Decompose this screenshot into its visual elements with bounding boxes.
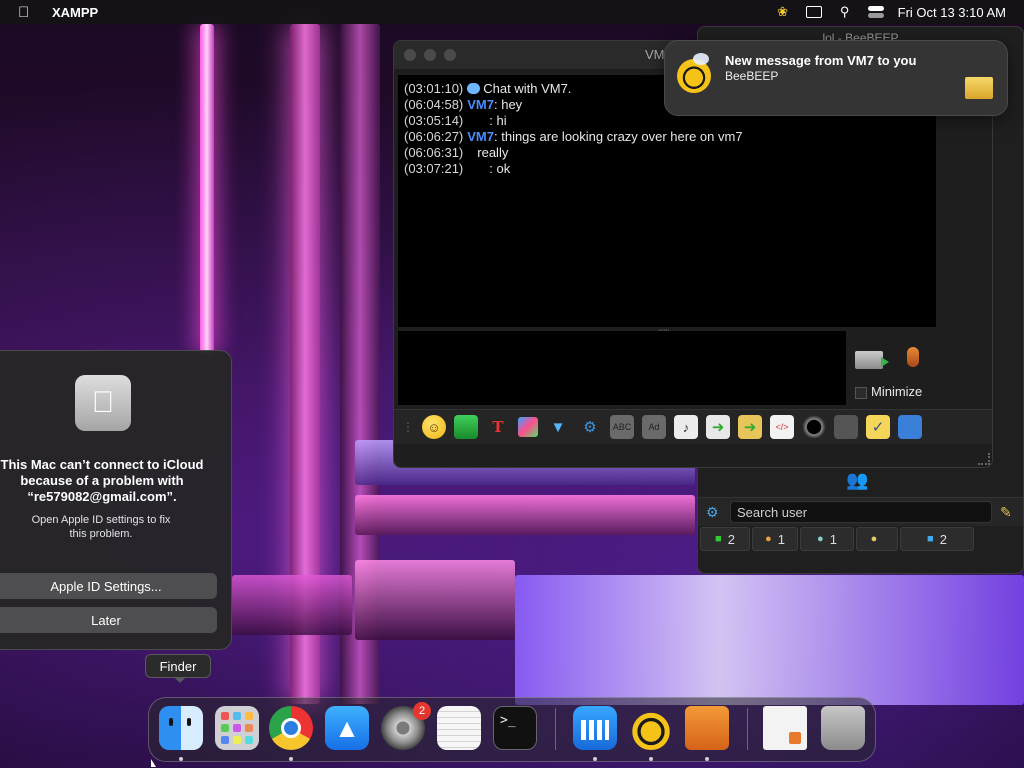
preview-document-icon[interactable] xyxy=(763,706,807,750)
tab-users[interactable]: ● 1 xyxy=(752,527,798,551)
dictionary-icon[interactable]: Ad xyxy=(642,415,666,439)
running-indicator xyxy=(289,757,293,761)
control-center-icon[interactable] xyxy=(867,6,884,18)
running-indicator xyxy=(593,757,597,761)
minimize-checkbox[interactable] xyxy=(855,387,867,399)
screen-mirroring-icon[interactable] xyxy=(805,6,822,18)
dock-separator xyxy=(555,708,556,750)
notification-banner[interactable]: New message from VM7 to you BeeBEEP xyxy=(664,40,1008,116)
users-icon: ● xyxy=(765,533,772,545)
wallpaper-light-bar xyxy=(355,495,695,535)
notification-body: BeeBEEP xyxy=(725,69,779,83)
code-icon[interactable]: </> xyxy=(770,415,794,439)
launchpad-icon[interactable] xyxy=(215,706,259,750)
notification-badge: 2 xyxy=(413,702,431,720)
terminal-icon[interactable]: >_ xyxy=(493,706,537,750)
send-folder-icon[interactable]: ➜ xyxy=(738,415,762,439)
gear-icon[interactable]: ⚙ xyxy=(706,504,726,521)
menu-bar:  XAMPP ❀ ⚲ Fri Oct 13 3:10 AM xyxy=(0,0,1024,24)
save-icon[interactable] xyxy=(898,415,922,439)
dock-tooltip: Finder xyxy=(145,654,211,683)
screenshot-icon[interactable] xyxy=(802,415,826,439)
alert-informative-text: Open Apple ID settings to fix this probl… xyxy=(31,514,171,540)
message-input[interactable] xyxy=(398,331,846,405)
running-indicator xyxy=(179,757,183,761)
running-indicator xyxy=(705,757,709,761)
menu-extras: ❀ ⚲ Fri Oct 13 3:10 AM xyxy=(774,4,1006,20)
icloud-alert-dialog:  This Mac can’t connect to iCloud becau… xyxy=(0,350,232,650)
menu-clock[interactable]: Fri Oct 13 3:10 AM xyxy=(898,5,1006,20)
envelope-icon xyxy=(965,77,993,99)
dock: ▲ 2 >_ xyxy=(148,697,876,762)
tab-messages[interactable]: ● 1 xyxy=(800,527,854,551)
trash-icon[interactable] xyxy=(821,706,865,750)
app-store-icon[interactable]: ▲ xyxy=(325,706,369,750)
beebeep-icon[interactable] xyxy=(629,706,673,750)
spellcheck-icon[interactable]: ABC xyxy=(610,415,634,439)
send-message-icon[interactable] xyxy=(855,351,889,369)
alert-message: This Mac can’t connect to iCloud because… xyxy=(0,457,204,504)
note-icon[interactable]: ♪ xyxy=(674,415,698,439)
beebeep-bee-icon xyxy=(677,59,711,93)
users-icon: 👥 xyxy=(846,470,869,490)
microphone-icon[interactable] xyxy=(907,347,919,367)
send-file-icon[interactable]: ➜ xyxy=(706,415,730,439)
chat-line: (06:06:31) really xyxy=(404,145,509,160)
later-button[interactable]: Later xyxy=(0,607,217,633)
search-user-input[interactable] xyxy=(730,501,992,523)
tab-groups[interactable]: ● xyxy=(856,527,898,551)
wallpaper-light-bar xyxy=(232,575,352,635)
finder-icon[interactable] xyxy=(159,706,203,750)
mouse-cursor xyxy=(151,759,156,767)
chat-line: (03:07:21): ok xyxy=(404,161,511,176)
color-icon[interactable] xyxy=(518,417,538,437)
running-indicator xyxy=(649,757,653,761)
clear-search-icon[interactable]: ✎ xyxy=(1000,504,1012,521)
files-icon: ■ xyxy=(927,533,934,545)
chat-bubble-icon xyxy=(467,83,481,94)
beebeep-icon[interactable]: ❀ xyxy=(774,4,792,20)
minimize-label: Minimize xyxy=(871,384,923,399)
wallpaper-light-bar xyxy=(515,575,1024,705)
search-icon[interactable]: ⚲ xyxy=(836,4,854,20)
glance-icon[interactable] xyxy=(573,706,617,750)
toolbar-grip: ⋮ xyxy=(402,420,414,434)
xampp-icon[interactable] xyxy=(685,706,729,750)
dock-separator xyxy=(747,708,748,750)
apple-id-settings-button[interactable]: Apple ID Settings... xyxy=(0,573,217,599)
groups-icon: ● xyxy=(870,533,878,545)
search-bar: ⚙ ✎ xyxy=(698,497,1023,526)
textedit-icon[interactable] xyxy=(437,706,481,750)
filter-icon[interactable]: ▼ xyxy=(546,415,570,439)
tab-files[interactable]: ■ 2 xyxy=(900,527,974,551)
apple-icon[interactable]:  xyxy=(18,4,36,21)
chrome-icon[interactable] xyxy=(269,706,313,750)
settings-icon[interactable]: ⚙ xyxy=(578,415,602,439)
chat-list-icon: ■ xyxy=(715,533,722,545)
view-tabs: ■ 2 ● 1 ● 1 ● ■ 2 xyxy=(698,527,974,551)
send-mail-icon[interactable] xyxy=(454,415,478,439)
chat-bubble-icon: ● xyxy=(817,533,824,545)
chat-line: (06:06:27) VM7: things are looking crazy … xyxy=(404,129,743,144)
notification-title: New message from VM7 to you xyxy=(725,53,917,68)
font-icon[interactable]: T xyxy=(486,415,510,439)
resize-grip[interactable] xyxy=(978,453,990,465)
bee-wing-icon xyxy=(693,53,709,65)
apple-logo-icon:  xyxy=(75,375,131,431)
clipboard-icon[interactable]: ✓ xyxy=(866,415,890,439)
emoticon-icon[interactable]: ☺ xyxy=(422,415,446,439)
webcam-icon[interactable] xyxy=(834,415,858,439)
wallpaper-light-bar xyxy=(200,24,214,354)
menu-app-name[interactable]: XAMPP xyxy=(52,5,98,20)
chat-toolbar: ⋮ ☺ T ▼ ⚙ ABC Ad ♪ ➜ ➜ </> ✓ xyxy=(394,409,992,444)
wallpaper-light-bar xyxy=(355,560,515,640)
tab-chats[interactable]: ■ 2 xyxy=(700,527,750,551)
send-panel: Minimize xyxy=(849,331,989,405)
